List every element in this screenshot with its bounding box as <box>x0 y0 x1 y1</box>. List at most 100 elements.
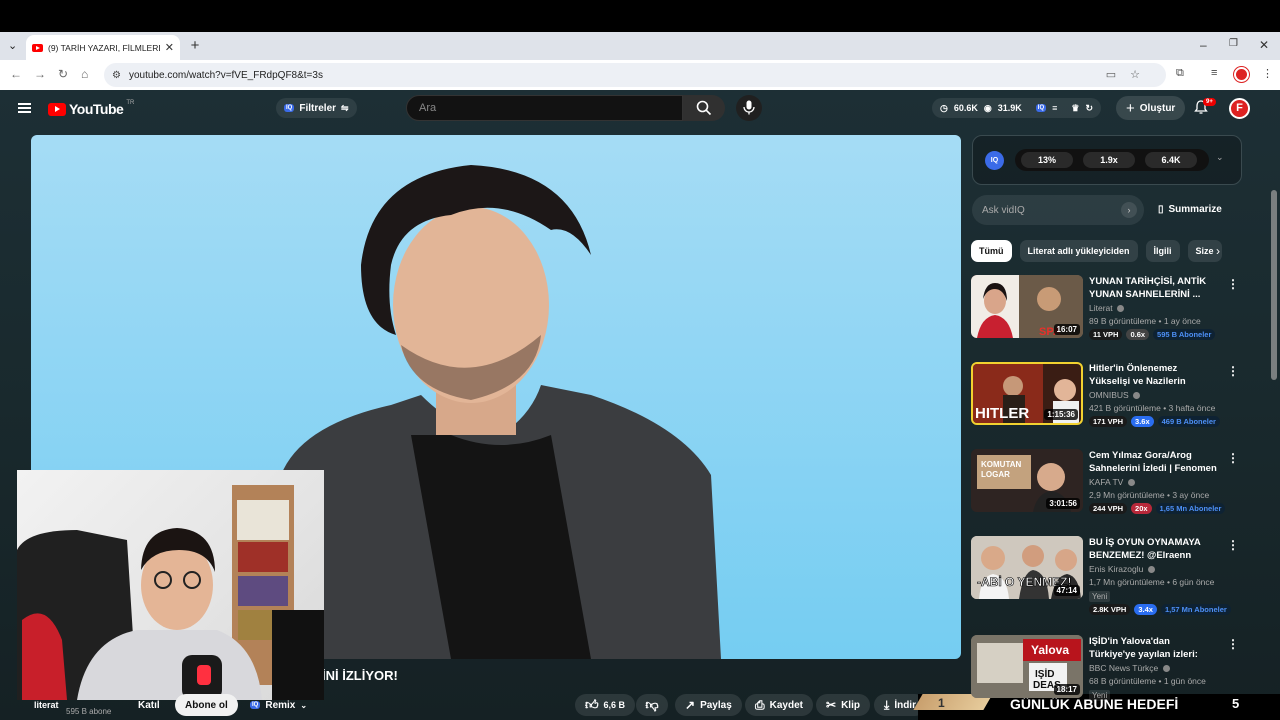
svg-text:Yalova: Yalova <box>1031 643 1069 657</box>
video-title[interactable]: BU İŞ OYUN OYNAMAYA BENZEMEZ! @Elraenn Y… <box>1089 536 1219 562</box>
clip-label: Klip <box>841 699 860 711</box>
page-scrollbar[interactable] <box>1271 190 1277 380</box>
video-thumbnail[interactable]: HITLER 1:15:36 <box>971 362 1083 425</box>
cast-icon[interactable]: ▭ <box>1106 69 1130 81</box>
chip-all[interactable]: Tümü <box>971 240 1012 262</box>
recommendations-list: SPA 16:07 YUNAN TARİHÇİSİ, ANTİK YUNAN S… <box>971 275 1241 720</box>
video-thumbnail[interactable]: KOMUTAN LOGAR 3:01:56 <box>971 449 1083 512</box>
dislike-button[interactable]: 👎︎ <box>636 694 668 716</box>
site-settings-icon[interactable]: ⚙ <box>112 70 121 81</box>
video-title[interactable]: Hitler'in Önlenemez Yükselişi ve Naziler… <box>1089 362 1219 388</box>
summarize-button[interactable]: ▯ Summarize <box>1158 204 1222 215</box>
chip-from-uploader[interactable]: Literat adlı yükleyiciden <box>1019 240 1138 262</box>
channel-info[interactable]: literat 595 B abone <box>34 695 111 716</box>
video-title[interactable]: YUNAN TARİHÇİSİ, ANTİK YUNAN SAHNELERİNİ… <box>1089 275 1219 301</box>
subscribe-label: Abone ol <box>185 699 228 711</box>
video-channel[interactable]: Enis Kirazoglu <box>1089 564 1155 574</box>
tab-search-chevron-icon[interactable]: ⌄ <box>8 39 17 52</box>
voice-search-button[interactable] <box>736 95 762 121</box>
like-button[interactable]: 👍︎ 6,6 B <box>575 694 635 716</box>
video-channel[interactable]: OMNIBUS <box>1089 390 1141 400</box>
filters-label: Filtreler <box>299 102 337 114</box>
bookmark-star-icon[interactable]: ☆ <box>1130 69 1154 81</box>
more-options-icon[interactable]: ⋮ <box>1227 277 1239 291</box>
profile-avatar-icon[interactable] <box>1234 67 1249 82</box>
webcam-streamer-scene <box>17 485 324 700</box>
browser-toolbar: ← → ↻ ⌂ ⚙ youtube.com/watch?v=fVE_FRdpQF… <box>0 60 1280 90</box>
video-channel[interactable]: KAFA TV <box>1089 477 1135 487</box>
video-thumbnail[interactable]: SPA 16:07 <box>971 275 1083 338</box>
country-code: TR <box>126 100 135 106</box>
video-thumbnail[interactable]: -ABİ O YENMEZ! 47:14 <box>971 536 1083 599</box>
media-controls-icon[interactable]: ≡ <box>1211 67 1217 79</box>
vidiq-metric-views[interactable]: 6.4K <box>1145 152 1197 168</box>
omnibox-actions: ▭☆ <box>1106 68 1154 81</box>
more-options-icon[interactable]: ⋮ <box>1227 538 1239 552</box>
account-avatar[interactable]: F <box>1229 98 1250 119</box>
search-button[interactable] <box>683 95 725 121</box>
new-tab-plus-icon[interactable]: + <box>187 38 203 54</box>
recommendation-item[interactable]: Yalova IŞİD DEAŞ 18:17 IŞİD'in Yalova'dan … <box>971 635 1241 720</box>
screen-top-bar <box>0 0 1280 32</box>
menu-hamburger-icon[interactable] <box>18 103 31 113</box>
vidiq-logo-icon[interactable]: IQ <box>985 151 1004 170</box>
save-button[interactable]: ⎙ Kaydet <box>745 694 813 716</box>
home-icon[interactable]: ⌂ <box>81 67 88 81</box>
clip-button[interactable]: ✂ Klip <box>816 694 870 716</box>
join-button[interactable]: Katıl <box>128 694 170 716</box>
vidiq-video-stats: 171 VPH 3.6x 469 B Aboneler <box>1089 416 1220 427</box>
bookmark-icon: ⎙ <box>755 697 765 712</box>
video-title[interactable]: Cem Yılmaz Gora/Arog Sahnelerini İzledi … <box>1089 449 1219 475</box>
vidiq-stats-bar[interactable]: ◷ 60.6K ◉ 31.9K IQ ≡ ♛ ↻ <box>932 98 1102 118</box>
chip-related[interactable]: İlgili <box>1145 240 1180 262</box>
notifications-count-badge: 9+ <box>1203 98 1216 106</box>
upload-age: 3 ay önce <box>1172 490 1210 500</box>
ask-submit-arrow-icon[interactable]: › <box>1121 202 1137 218</box>
save-label: Kaydet <box>769 699 803 711</box>
browser-tab-strip: ⌄ (9) TARİH YAZARI, FİLMLERDEKİ ✕ + – ❐ … <box>0 32 1280 60</box>
recommendation-item[interactable]: KOMUTAN LOGAR 3:01:56 Cem Yılmaz Gora/Aro… <box>971 449 1241 529</box>
search-icon <box>696 100 712 116</box>
vph-stat: 11 VPH <box>1089 329 1123 340</box>
create-button[interactable]: + Oluştur <box>1116 96 1186 120</box>
extensions-puzzle-icon[interactable]: ⧉ <box>1176 67 1184 80</box>
download-icon: ⤓ <box>884 697 890 712</box>
stat-views: 60.6K <box>953 103 978 113</box>
video-duration: 47:14 <box>1053 585 1080 596</box>
more-options-icon[interactable]: ⋮ <box>1227 451 1239 465</box>
filters-button[interactable]: IQ Filtreler ⇋ <box>276 98 357 118</box>
ask-vidiq-input[interactable]: Ask vidIQ › <box>972 195 1144 225</box>
vidiq-expand-chevron-icon[interactable]: ⌄ <box>1216 152 1224 163</box>
subscribe-button[interactable]: Abone ol <box>175 694 238 716</box>
remix-button[interactable]: IQ Remix ⌄ <box>240 694 317 716</box>
vidiq-metric-multiplier[interactable]: 1.9x <box>1083 152 1135 168</box>
chips-next-arrow-icon[interactable]: › <box>1216 244 1220 258</box>
close-window-icon[interactable]: ✕ <box>1259 38 1269 52</box>
browser-menu-icon[interactable]: ⋮ <box>1262 67 1273 80</box>
close-tab-icon[interactable]: ✕ <box>165 41 174 54</box>
video-title[interactable]: IŞİD'in Yalova'dan Türkiye'ye yayılan iz… <box>1089 635 1219 661</box>
recommendation-item[interactable]: SPA 16:07 YUNAN TARİHÇİSİ, ANTİK YUNAN S… <box>971 275 1241 355</box>
youtube-logo[interactable]: YouTube TR <box>48 100 135 117</box>
back-arrow-icon[interactable]: ← <box>10 67 22 81</box>
forward-arrow-icon[interactable]: → <box>34 67 46 81</box>
video-channel[interactable]: BBC News Türkçe <box>1089 663 1170 673</box>
video-duration: 18:17 <box>1053 684 1080 695</box>
vidiq-metric-percent[interactable]: 13% <box>1021 152 1073 168</box>
search-input[interactable]: Ara <box>406 95 683 121</box>
thumbs-up-icon: 👍︎ <box>584 697 599 712</box>
browser-tab-active[interactable]: (9) TARİH YAZARI, FİLMLERDEKİ ✕ <box>26 35 180 60</box>
list-icon: ≡ <box>1052 103 1058 113</box>
more-options-icon[interactable]: ⋮ <box>1227 637 1239 651</box>
youtube-play-logo-icon <box>48 102 66 116</box>
minimize-window-icon[interactable]: – <box>1200 38 1207 52</box>
more-options-icon[interactable]: ⋮ <box>1227 364 1239 378</box>
recommendation-item[interactable]: HITLER 1:15:36 Hitler'in Önlenemez Yükse… <box>971 362 1241 442</box>
reload-icon[interactable]: ↻ <box>58 67 68 81</box>
address-bar[interactable]: ⚙ youtube.com/watch?v=fVE_FRdpQF8&t=3s ▭… <box>104 63 1166 87</box>
recommendation-item[interactable]: -ABİ O YENMEZ! 47:14 BU İŞ OYUN OYNAMAYA… <box>971 536 1241 626</box>
video-channel[interactable]: Literat <box>1089 303 1124 313</box>
video-thumbnail[interactable]: Yalova IŞİD DEAŞ 18:17 <box>971 635 1083 698</box>
share-button[interactable]: ↗ Paylaş <box>675 694 742 716</box>
maximize-window-icon[interactable]: ❐ <box>1229 38 1238 49</box>
